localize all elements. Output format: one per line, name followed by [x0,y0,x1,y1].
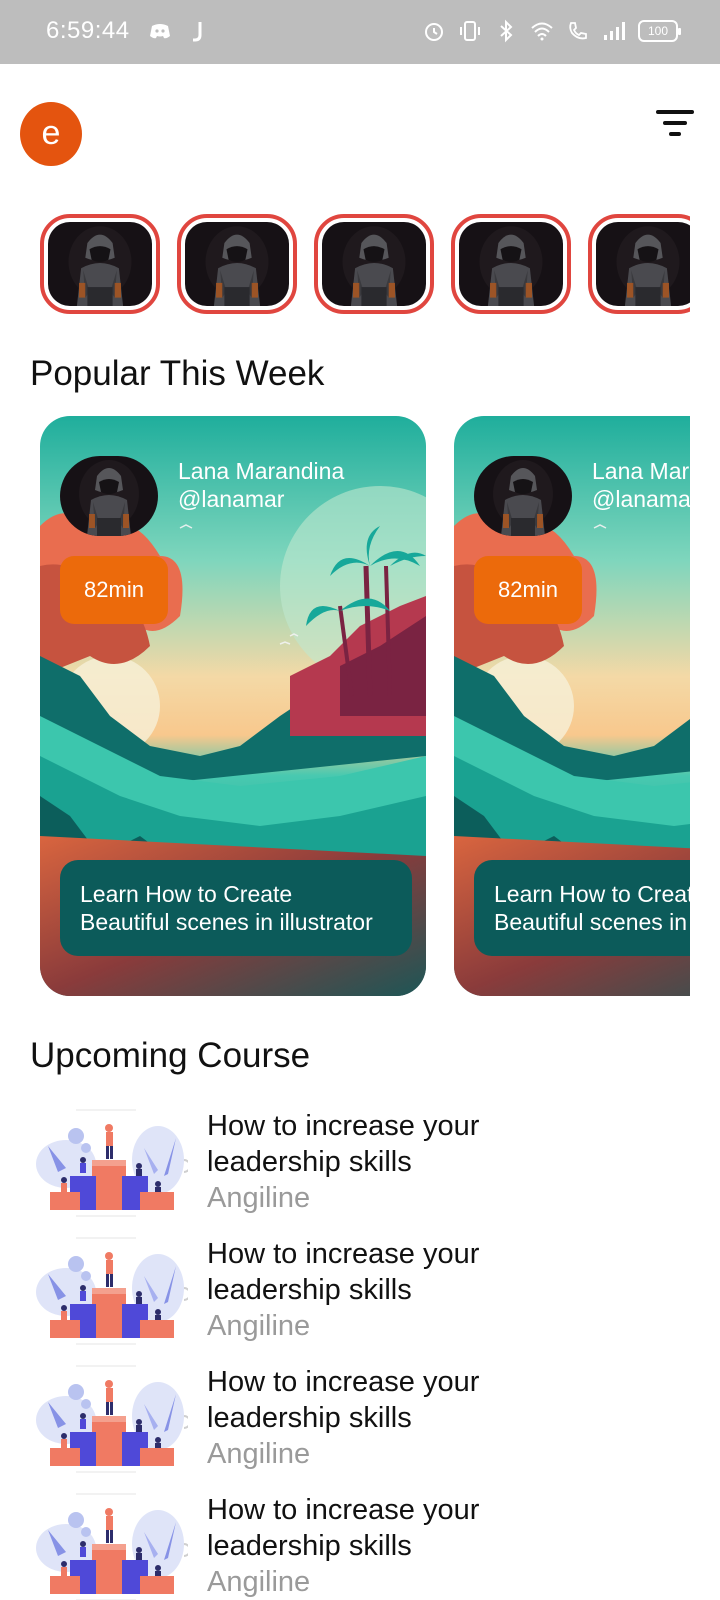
card-caption: Learn How to Create Beautiful scenes in … [474,860,690,956]
course-list-item[interactable]: How to increase your leadership skills A… [36,1364,686,1474]
popular-carousel[interactable]: Lana Marandina @lanamar 82min Learn How … [40,416,690,996]
story-image [185,222,289,306]
course-title: How to increase your leadership skills [207,1110,480,1178]
course-list-item[interactable]: How to increase your leadership skills A… [36,1108,686,1218]
course-author: Angiline [207,1566,311,1598]
course-title: How to increase your leadership skills [207,1238,480,1306]
story-image [322,222,426,306]
duration-badge: 82min [474,556,582,624]
card-author-handle: @lanamar [178,486,285,512]
wifi-icon [531,22,553,41]
course-list-item[interactable]: How to increase your leadership skills A… [36,1236,686,1346]
course-author: Angiline [207,1438,311,1470]
card-author-avatar [474,456,572,536]
course-title: How to increase your leadership skills [207,1494,480,1562]
card-author-avatar [60,456,158,536]
popular-card[interactable]: Lana Marandina @lanamar 82min Learn How … [40,416,426,996]
popular-card[interactable]: Lana Marandina @lanamar 82min Learn How … [454,416,690,996]
story-image [48,222,152,306]
story-image [459,222,563,306]
j-notification-icon [193,22,202,42]
card-caption: Learn How to Create Beautiful scenes in … [60,860,412,956]
vibrate-icon [460,21,480,41]
filter-icon[interactable] [656,110,696,140]
status-bar: 6:59:44 100 [0,0,720,64]
upcoming-section-title: Upcoming Course [30,1036,311,1075]
battery-icon: 100 [638,20,681,42]
status-right-icons: 100 [422,18,681,44]
card-author-handle: @lanamar [592,486,690,512]
bluetooth-icon [500,19,513,43]
story-item[interactable] [588,214,690,314]
course-thumbnail [36,1364,188,1474]
profile-avatar[interactable]: e [20,102,82,166]
alarm-icon [425,23,443,41]
course-thumbnail [36,1492,188,1600]
story-item[interactable] [40,214,160,314]
story-image [596,222,690,306]
story-item[interactable] [177,214,297,314]
course-list-item[interactable]: How to increase your leadership skills A… [36,1492,686,1600]
card-author-name: Lana Marandina [592,458,690,484]
card-author-name: Lana Marandina [178,458,345,484]
course-thumbnail [36,1108,188,1218]
story-item[interactable] [314,214,434,314]
stories-row[interactable] [40,214,690,314]
discord-icon [150,24,170,39]
course-author: Angiline [207,1182,311,1214]
wifi-call-icon [569,22,587,40]
course-author: Angiline [207,1310,311,1342]
duration-badge: 82min [60,556,168,624]
course-title: How to increase your leadership skills [207,1366,480,1434]
status-time: 6:59:44 [46,17,130,44]
popular-section-title: Popular This Week [30,354,325,393]
course-thumbnail [36,1236,188,1346]
status-left-icons [148,18,210,44]
story-item[interactable] [451,214,571,314]
signal-icon [604,22,625,40]
